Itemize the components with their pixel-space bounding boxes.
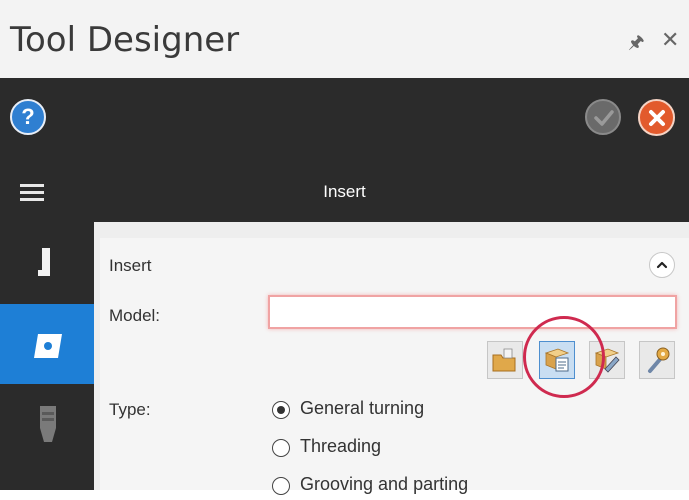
radio-button[interactable] xyxy=(272,477,290,495)
help-button[interactable]: ? xyxy=(10,99,46,135)
accept-button[interactable] xyxy=(585,99,621,135)
assembly-icon xyxy=(40,406,56,442)
window-titlebar: Tool Designer 🖈 ✕ xyxy=(0,0,689,78)
close-icon[interactable]: ✕ xyxy=(661,27,679,53)
radio-label: General turning xyxy=(300,398,425,418)
check-icon xyxy=(594,110,614,126)
model-label: Model: xyxy=(109,306,161,325)
browse-library-button[interactable] xyxy=(539,341,575,379)
collapse-button[interactable] xyxy=(649,252,675,278)
top-toolbar: ? xyxy=(0,78,689,162)
section-header-bar: Insert xyxy=(0,162,689,222)
open-folder-button[interactable] xyxy=(487,341,523,379)
pin-icon[interactable]: 🖈 xyxy=(628,30,645,60)
open-folder-icon xyxy=(492,348,516,372)
cancel-button[interactable] xyxy=(638,99,675,136)
sidebar xyxy=(0,222,94,490)
x-icon xyxy=(649,110,665,126)
radio-label: Grooving and parting xyxy=(300,474,469,494)
edit-button[interactable] xyxy=(589,341,625,379)
insert-icon xyxy=(34,334,62,358)
holder-icon xyxy=(38,248,50,276)
settings-button[interactable] xyxy=(639,341,675,379)
sidebar-item-insert[interactable] xyxy=(0,304,94,384)
chevron-up-icon xyxy=(656,261,668,269)
radio-label: Threading xyxy=(300,436,382,456)
window-title: Tool Designer xyxy=(10,20,240,60)
radio-button[interactable] xyxy=(272,439,290,457)
header-title: Insert xyxy=(323,182,366,201)
edit-icon xyxy=(594,348,620,373)
model-input[interactable] xyxy=(268,295,677,329)
section-title: Insert xyxy=(109,256,152,275)
browse-library-icon xyxy=(544,348,570,372)
settings-icon xyxy=(648,347,670,373)
type-label: Type: xyxy=(109,400,151,419)
radio-button[interactable] xyxy=(272,401,290,419)
sidebar-item-holder[interactable] xyxy=(0,222,94,302)
sidebar-item-assembly[interactable] xyxy=(0,384,94,464)
